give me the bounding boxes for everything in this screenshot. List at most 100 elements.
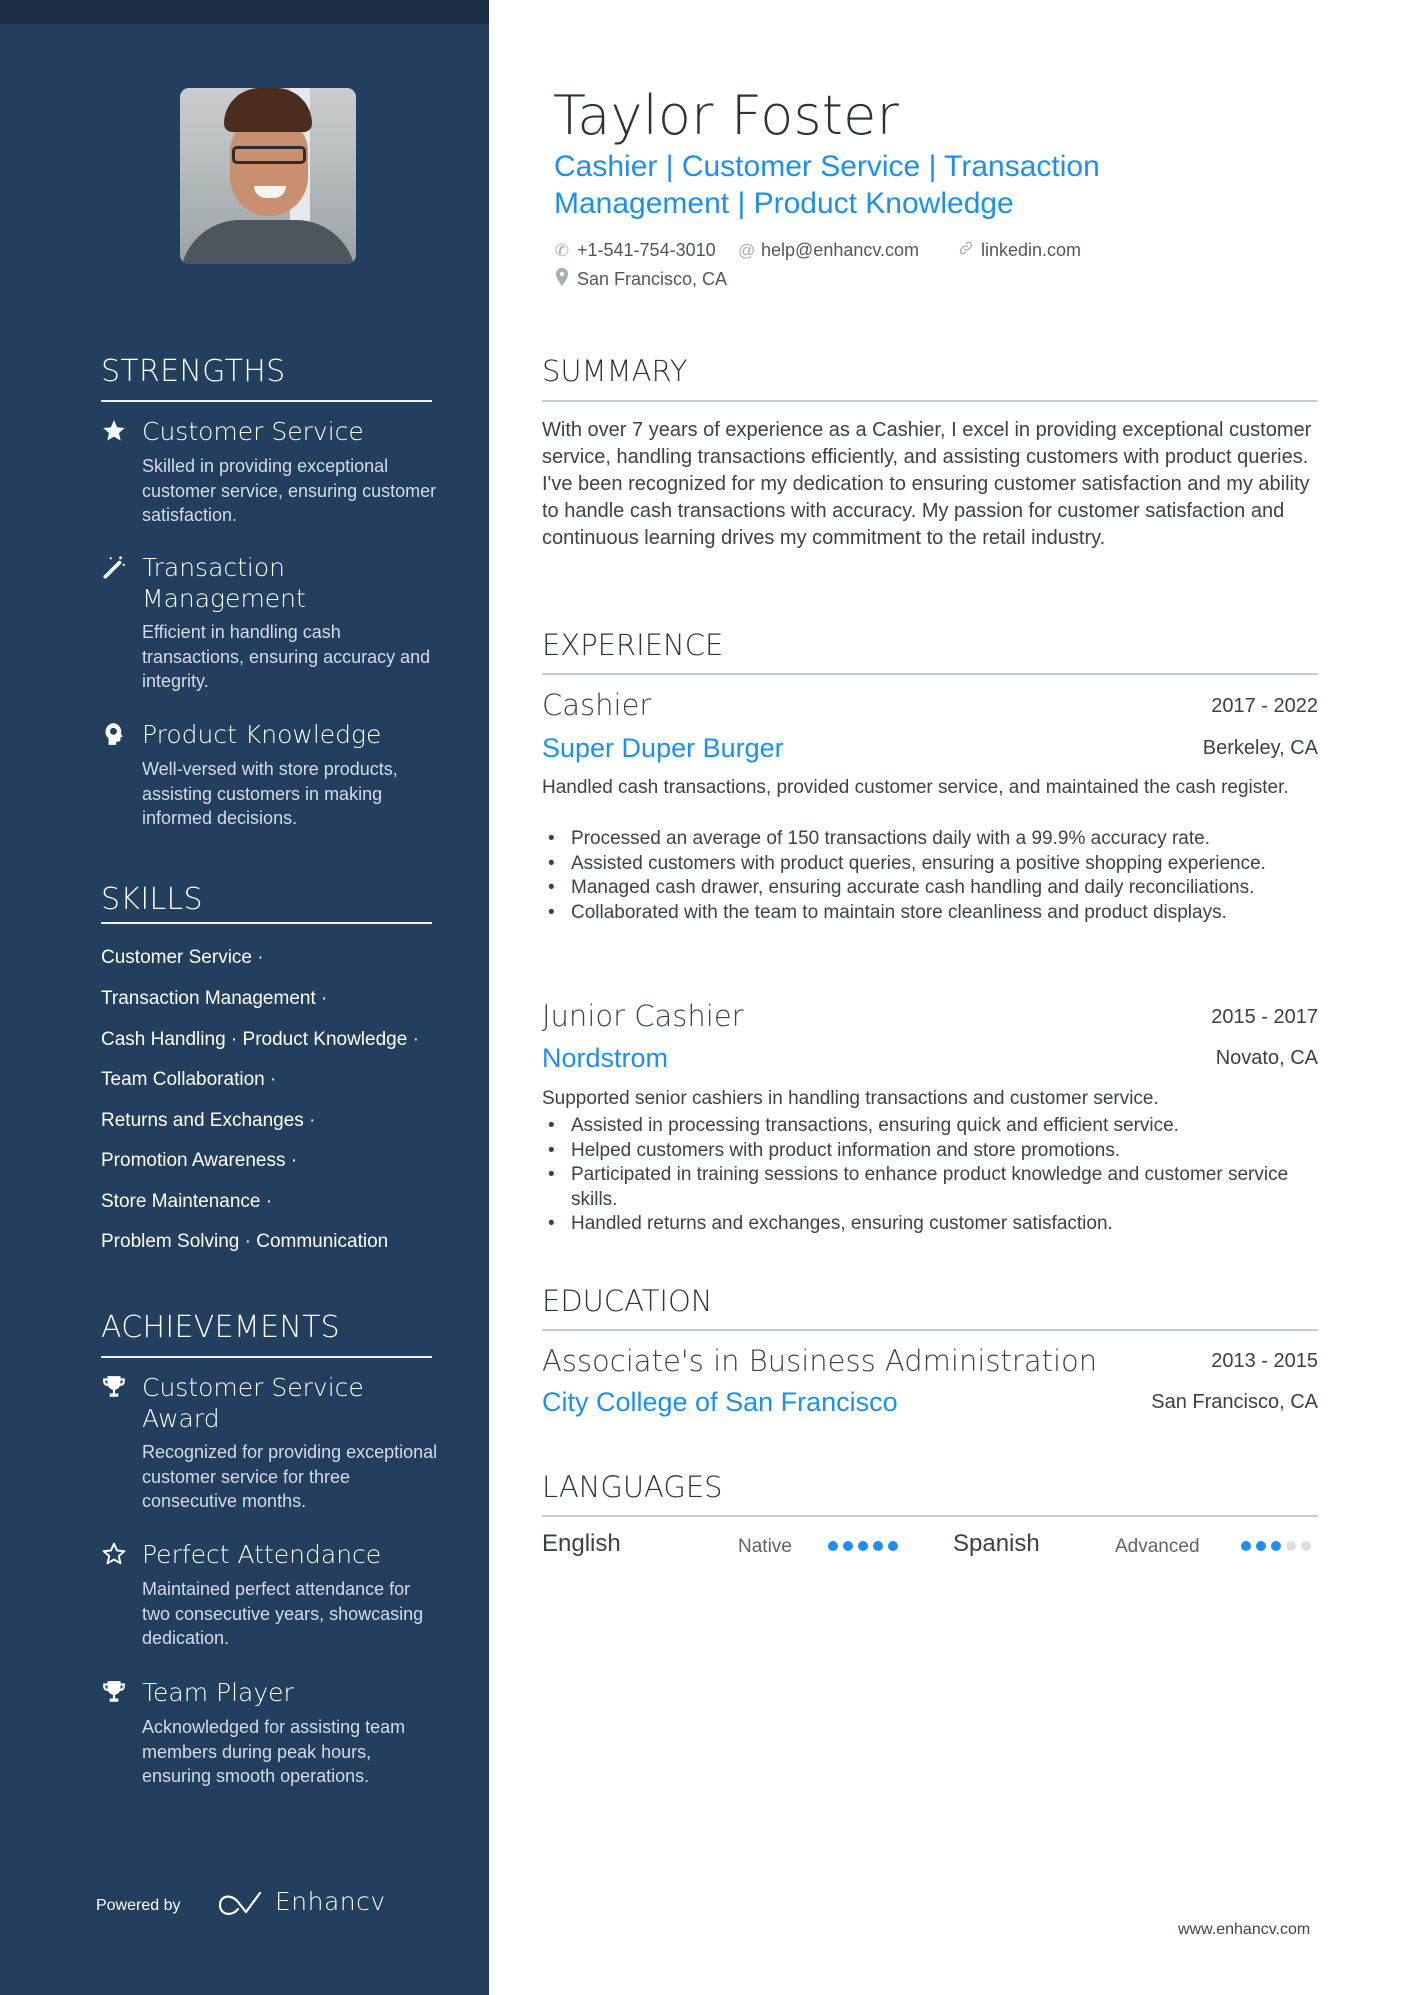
language-rating bbox=[828, 1541, 898, 1551]
sidebar-top-bar bbox=[0, 0, 489, 24]
language-name: English bbox=[542, 1530, 621, 1557]
footer-url[interactable]: www.enhancv.com bbox=[1178, 1921, 1310, 1939]
job-location: Berkeley, CA bbox=[1202, 737, 1318, 759]
strength-title: Transaction Management bbox=[142, 553, 306, 613]
language-level: Advanced bbox=[1115, 1536, 1200, 1557]
languages-heading: LANGUAGES bbox=[542, 1470, 723, 1504]
trophy-icon bbox=[101, 1374, 127, 1400]
job-bullet: Collaborated with the team to maintain s… bbox=[542, 901, 1312, 926]
candidate-name: Taylor Foster bbox=[553, 84, 900, 147]
skill-line: Cash Handling · Product Knowledge · bbox=[101, 1029, 419, 1050]
strengths-divider bbox=[101, 400, 432, 402]
language-rating bbox=[1241, 1541, 1311, 1551]
skill-line: Team Collaboration · bbox=[101, 1069, 277, 1090]
rating-dot-filled bbox=[888, 1541, 898, 1551]
email-link[interactable]: help@enhancv.com bbox=[761, 240, 919, 261]
achievement-description: Recognized for providing exceptional cus… bbox=[142, 1442, 438, 1511]
achievement-description: Acknowledged for assisting team members … bbox=[142, 1717, 406, 1786]
school-location: San Francisco, CA bbox=[1151, 1391, 1318, 1413]
link-icon bbox=[958, 240, 974, 261]
strength-title: Product Knowledge bbox=[142, 720, 382, 749]
job-bullet: Helped customers with product informatio… bbox=[542, 1139, 1312, 1164]
skills-heading: SKILLS bbox=[101, 882, 203, 917]
achievement-title: Team Player bbox=[142, 1678, 294, 1707]
photo-glasses bbox=[232, 146, 306, 164]
education-divider bbox=[542, 1329, 1318, 1331]
company-name[interactable]: Nordstrom bbox=[542, 1043, 668, 1074]
phone-icon: ✆ bbox=[554, 240, 570, 260]
rating-dot-filled bbox=[873, 1541, 883, 1551]
language-name: Spanish bbox=[953, 1530, 1040, 1557]
achievement-description: Maintained perfect attendance for two co… bbox=[142, 1579, 424, 1648]
rating-dot-filled bbox=[1256, 1541, 1266, 1551]
candidate-headline: Cashier | Customer Service | Transaction… bbox=[554, 150, 1100, 220]
magic-wand-icon bbox=[101, 554, 127, 580]
languages-divider bbox=[542, 1515, 1318, 1517]
company-name[interactable]: Super Duper Burger bbox=[542, 733, 784, 764]
achievements-heading: ACHIEVEMENTS bbox=[101, 1310, 341, 1345]
education-heading: EDUCATION bbox=[542, 1284, 713, 1318]
job-bullet: Participated in training sessions to enh… bbox=[542, 1163, 1312, 1212]
summary-divider bbox=[542, 400, 1318, 402]
job-dates: 2017 - 2022 bbox=[1211, 695, 1318, 717]
experience-heading: EXPERIENCE bbox=[542, 628, 724, 662]
job-bullet: Assisted in processing transactions, ens… bbox=[542, 1114, 1312, 1139]
skill-line: Problem Solving · Communication bbox=[101, 1231, 389, 1252]
language-level: Native bbox=[738, 1536, 792, 1557]
achievements-divider bbox=[101, 1356, 432, 1358]
achievement-title: Perfect Attendance bbox=[142, 1540, 382, 1569]
rating-dot-empty bbox=[1301, 1541, 1311, 1551]
enhancv-brand-name: Enhancv bbox=[275, 1887, 386, 1916]
rating-dot-filled bbox=[843, 1541, 853, 1551]
skill-line: Customer Service · bbox=[101, 947, 264, 968]
skill-line: Returns and Exchanges · bbox=[101, 1110, 316, 1131]
phone-text: +1-541-754-3010 bbox=[577, 240, 716, 260]
contact-email[interactable]: @ help@enhancv.com bbox=[738, 240, 919, 261]
strengths-heading: STRENGTHS bbox=[101, 354, 286, 389]
skill-line: Promotion Awareness · bbox=[101, 1150, 298, 1171]
trophy-icon bbox=[101, 1679, 127, 1705]
location-text: San Francisco, CA bbox=[577, 269, 728, 289]
job-bullets: Assisted in processing transactions, ens… bbox=[542, 1114, 1312, 1237]
head-brain-icon bbox=[101, 721, 127, 747]
job-bullet: Managed cash drawer, ensuring accurate c… bbox=[542, 876, 1312, 901]
job-description: Supported senior cashiers in handling tr… bbox=[542, 1088, 1159, 1109]
job-dates: 2015 - 2017 bbox=[1211, 1006, 1318, 1028]
profile-photo bbox=[180, 88, 356, 264]
job-title: Junior Cashier bbox=[542, 999, 744, 1033]
location-pin-icon bbox=[554, 268, 570, 291]
enhancv-logo-icon bbox=[218, 1891, 262, 1915]
contact-location: San Francisco, CA bbox=[554, 268, 727, 291]
rating-dot-filled bbox=[1241, 1541, 1251, 1551]
strength-description: Skilled in providing exceptional custome… bbox=[142, 456, 437, 525]
job-location: Novato, CA bbox=[1215, 1047, 1318, 1069]
contact-phone: ✆ +1-541-754-3010 bbox=[554, 240, 716, 261]
contact-website[interactable]: linkedin.com bbox=[958, 240, 1081, 261]
experience-divider bbox=[542, 673, 1318, 675]
job-bullet: Assisted customers with product queries,… bbox=[542, 852, 1312, 877]
degree-title: Associate's in Business Administration bbox=[542, 1344, 1098, 1378]
website-link[interactable]: linkedin.com bbox=[981, 240, 1081, 261]
job-bullets: Processed an average of 150 transactions… bbox=[542, 827, 1312, 925]
job-description: Handled cash transactions, provided cust… bbox=[542, 777, 1289, 798]
rating-dot-filled bbox=[858, 1541, 868, 1551]
job-bullet: Handled returns and exchanges, ensuring … bbox=[542, 1212, 1312, 1237]
education-dates: 2013 - 2015 bbox=[1211, 1350, 1318, 1372]
summary-text: With over 7 years of experience as a Cas… bbox=[542, 419, 1312, 549]
achievement-title: Customer Service Award bbox=[142, 1373, 364, 1433]
powered-by-label: Powered by bbox=[96, 1897, 181, 1914]
rating-dot-empty bbox=[1286, 1541, 1296, 1551]
skill-line: Transaction Management · bbox=[101, 988, 328, 1009]
photo-shirt bbox=[180, 220, 356, 264]
sidebar: STRENGTHS Customer Service Skilled in pr… bbox=[0, 0, 489, 1995]
skill-line: Store Maintenance · bbox=[101, 1191, 273, 1212]
at-icon: @ bbox=[738, 240, 756, 260]
strength-description: Efficient in handling cash transactions,… bbox=[142, 622, 431, 691]
star-icon bbox=[101, 418, 127, 444]
job-title: Cashier bbox=[542, 688, 652, 722]
school-name[interactable]: City College of San Francisco bbox=[542, 1387, 898, 1418]
strength-title: Customer Service bbox=[142, 417, 364, 446]
summary-heading: SUMMARY bbox=[542, 354, 688, 388]
skills-divider bbox=[101, 922, 432, 924]
job-bullet: Processed an average of 150 transactions… bbox=[542, 827, 1312, 852]
